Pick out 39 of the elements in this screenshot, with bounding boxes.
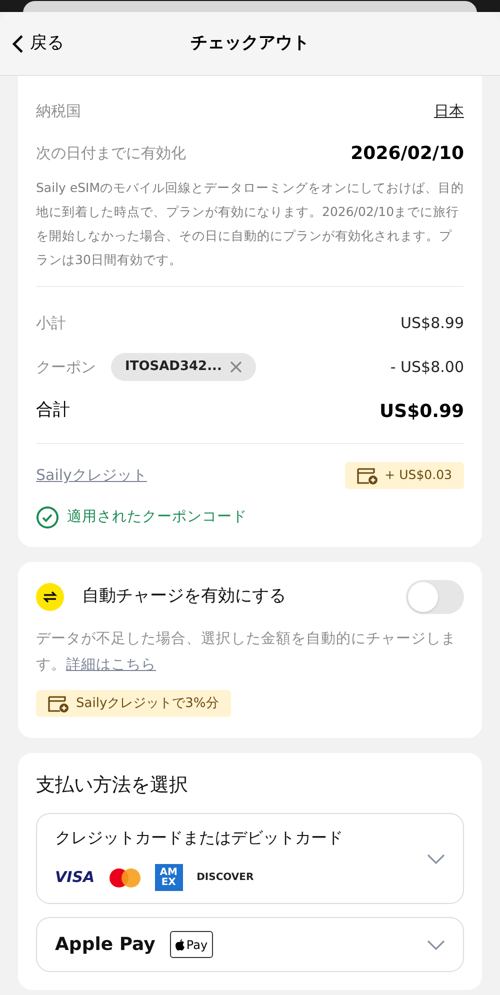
payment-option[interactable]: Apple Pay Pay — [36, 917, 464, 972]
card-brand-logo: DISCOVER — [196, 871, 254, 885]
activation-note: Saily eSIMのモバイル回線とデータローミングをオンにしておけば、目的地に到着した時点で、プランが有効になります。2026/02/10までに旅行を開始しなかった場合、その日に自動的にプランが有効化されます。プランは30日間有効です。 — [36, 179, 464, 269]
summary-value: - US$8.00 — [390, 356, 464, 378]
chevron-left-icon — [12, 34, 24, 54]
payment-title: 支払い方法を選択 — [36, 772, 189, 798]
credit-link[interactable]: Sailyクレジット — [36, 464, 147, 487]
repeat-icon — [36, 583, 64, 611]
wallet-plus-icon — [48, 694, 70, 712]
card-brand-logo: AM EX — [154, 864, 183, 891]
page-title: チェックアウト — [190, 32, 310, 55]
detail-value: 2026/02/10 — [350, 142, 464, 166]
payment-option[interactable]: クレジットカードまたはデビットカード VISA AM EX DISCOVER — [36, 813, 464, 904]
apple-icon — [175, 938, 186, 950]
detail-label: 次の日付までに有効化 — [36, 142, 186, 164]
coupon-code: ITOSAD342... — [125, 358, 222, 376]
detail-link[interactable]: 日本 — [434, 100, 464, 122]
back-button[interactable]: 戻る — [12, 30, 64, 56]
auto-charge-title: 自動チャージを有効にする — [82, 585, 286, 608]
summary-label: 小計 — [36, 312, 66, 334]
wallet-plus-icon — [356, 466, 379, 484]
check-circle-icon — [36, 506, 59, 529]
summary-label: 合計 — [36, 399, 70, 422]
auto-charge-description: データが不足した場合、選択した金額を自動的にチャージします。詳細はこちら — [36, 630, 457, 675]
credit-badge: + US$0.03 — [344, 462, 464, 489]
detail-label: 納税国 — [36, 100, 81, 122]
close-icon[interactable] — [230, 361, 242, 373]
chevron-down-icon — [427, 854, 445, 864]
summary-value: US$8.99 — [400, 312, 464, 334]
auto-charge-toggle[interactable] — [406, 580, 464, 614]
chevron-down-icon — [427, 940, 445, 950]
details-link[interactable]: 詳細はこちら — [66, 657, 156, 673]
credit-badge: Sailyクレジットで3%分 — [36, 690, 231, 717]
payment-brand-mark: Pay — [170, 931, 213, 958]
card-brand-logo: VISA — [55, 867, 95, 888]
coupon-status: 適用されたクーポンコード — [67, 508, 247, 527]
summary-label: クーポン — [36, 356, 96, 378]
summary-value: US$0.99 — [379, 400, 464, 424]
overlapping-circles-logo — [108, 868, 141, 888]
